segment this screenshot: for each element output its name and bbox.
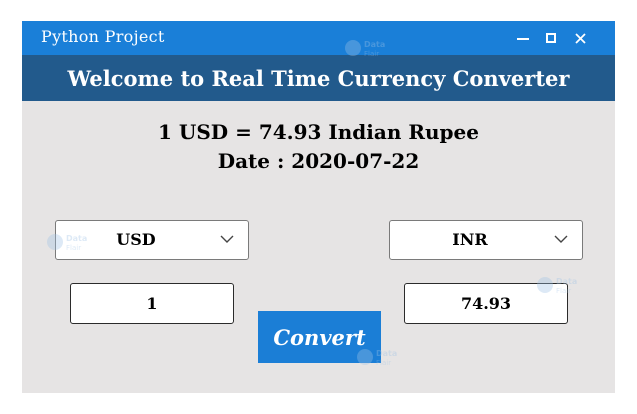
convert-button[interactable]: Convert xyxy=(258,311,381,363)
title-bar[interactable]: Python Project xyxy=(22,21,615,55)
to-currency-select[interactable]: INR xyxy=(389,220,583,260)
rate-date-label: Date : 2020-07-22 xyxy=(217,149,420,173)
maximize-button[interactable] xyxy=(536,21,566,55)
app-window: Python Project Welcome to Real Time Curr… xyxy=(22,21,615,393)
minimize-icon xyxy=(517,38,529,40)
welcome-banner-text: Welcome to Real Time Currency Converter xyxy=(67,65,570,91)
close-button[interactable] xyxy=(565,21,595,55)
chevron-down-icon xyxy=(220,235,234,243)
minimize-button[interactable] xyxy=(508,21,538,55)
chevron-down-icon xyxy=(554,235,568,243)
welcome-banner: Welcome to Real Time Currency Converter xyxy=(22,55,615,101)
maximize-icon xyxy=(546,33,556,43)
converted-amount-field[interactable]: 74.93 xyxy=(404,283,568,324)
window-title: Python Project xyxy=(41,27,165,46)
convert-button-label: Convert xyxy=(273,324,366,350)
from-currency-select[interactable]: USD xyxy=(55,220,249,260)
exchange-rate-label: 1 USD = 74.93 Indian Rupee xyxy=(158,120,479,144)
amount-input[interactable]: 1 xyxy=(70,283,234,324)
to-currency-value: INR xyxy=(452,230,488,249)
from-currency-value: USD xyxy=(116,230,156,249)
close-icon xyxy=(574,32,586,44)
